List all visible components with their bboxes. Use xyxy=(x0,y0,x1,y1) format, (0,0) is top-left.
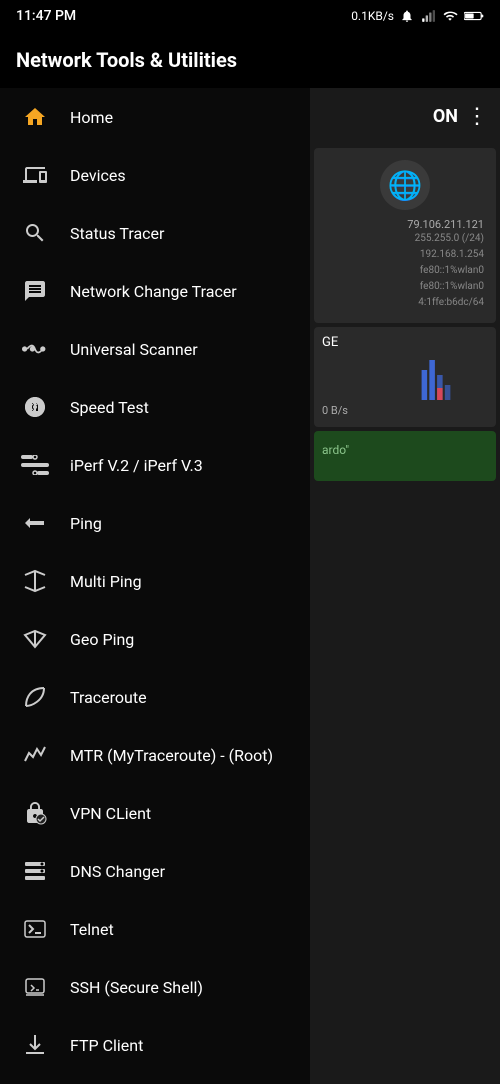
ssh-icon xyxy=(20,972,50,1002)
speed-card: GE 0 B/s xyxy=(314,327,496,427)
sidebar-item-label: VPN CLient xyxy=(70,804,151,823)
sidebar-item-telnet[interactable]: Telnet xyxy=(0,900,310,958)
sidebar-item-label: DNS Changer xyxy=(70,862,165,881)
universal-scanner-icon xyxy=(20,334,50,364)
multi-ping-icon xyxy=(20,566,50,596)
sidebar-item-label: Telnet xyxy=(70,920,114,939)
sidebar-item-label: Home xyxy=(70,108,113,127)
app-header: Network Tools & Utilities xyxy=(0,32,500,88)
telnet-icon xyxy=(20,914,50,944)
sidebar-item-label: Devices xyxy=(70,166,126,185)
network-details: 255.255.0 (/24) 192.168.1.254 fe80::1%wl… xyxy=(326,231,484,311)
sidebar-item-multi-ping[interactable]: Multi Ping xyxy=(0,552,310,610)
sidebar-item-label: iPerf V.2 / iPerf V.3 xyxy=(70,456,203,475)
signal-icon xyxy=(420,9,436,23)
sidebar-item-label: Status Tracer xyxy=(70,224,164,243)
sidebar-item-speed-test[interactable]: Speed Test xyxy=(0,378,310,436)
sidebar-item-label: Geo Ping xyxy=(70,630,134,649)
devices-icon xyxy=(20,160,50,190)
on-label: ON xyxy=(433,106,458,127)
connection-type: GE xyxy=(322,335,488,350)
navigation-drawer: Home Devices Status Tracer xyxy=(0,88,310,1084)
sidebar-item-vpn-client[interactable]: VPN CLient xyxy=(0,784,310,842)
traceroute-icon xyxy=(20,682,50,712)
status-time: 11:47 PM xyxy=(16,8,76,24)
status-bar: 11:47 PM 0.1KB/s xyxy=(0,0,500,32)
public-ip: 79.106.211.121 xyxy=(326,218,484,231)
sidebar-item-geo-ping[interactable]: Geo Ping xyxy=(0,610,310,668)
sidebar-item-label: Multi Ping xyxy=(70,572,142,591)
network-change-tracer-icon xyxy=(20,276,50,306)
more-options-icon[interactable]: ⋮ xyxy=(466,104,488,129)
bottom-card: ardo" xyxy=(314,431,496,481)
sidebar-item-label: FTP Client xyxy=(70,1036,143,1055)
sidebar-item-label: Speed Test xyxy=(70,398,149,417)
battery-icon xyxy=(464,9,484,23)
status-tracer-icon xyxy=(20,218,50,248)
sidebar-item-ping[interactable]: Ping xyxy=(0,494,310,552)
home-icon xyxy=(20,102,50,132)
sidebar-item-devices[interactable]: Devices xyxy=(0,146,310,204)
sidebar-item-traceroute[interactable]: Traceroute xyxy=(0,668,310,726)
sidebar-item-network-change-tracer[interactable]: Network Change Tracer xyxy=(0,262,310,320)
dns-changer-icon xyxy=(20,856,50,886)
sidebar-item-mtr[interactable]: MTR (MyTraceroute) - (Root) xyxy=(0,726,310,784)
sidebar-item-label: SSH (Secure Shell) xyxy=(70,978,203,997)
wifi-icon xyxy=(442,9,458,23)
sidebar-item-label: MTR (MyTraceroute) - (Root) xyxy=(70,746,273,765)
sidebar-item-ssh[interactable]: SSH (Secure Shell) xyxy=(0,958,310,1016)
sidebar-item-label: Ping xyxy=(70,514,102,533)
speed-test-icon xyxy=(20,392,50,422)
speed-value: 0 B/s xyxy=(322,404,488,417)
speed-chart xyxy=(322,350,488,400)
sidebar-item-universal-scanner[interactable]: Universal Scanner xyxy=(0,320,310,378)
bottom-card-text: ardo" xyxy=(322,443,349,457)
iperf-icon xyxy=(20,450,50,480)
globe-container: 🌐 xyxy=(380,160,430,210)
alarm-icon xyxy=(400,9,414,23)
main-container: Home Devices Status Tracer xyxy=(0,88,500,1084)
geo-ping-icon xyxy=(20,624,50,654)
sidebar-item-label: Universal Scanner xyxy=(70,340,198,359)
status-icons: 0.1KB/s xyxy=(351,9,484,23)
sidebar-item-label: Network Change Tracer xyxy=(70,282,237,301)
vpn-client-icon xyxy=(20,798,50,828)
sidebar-item-status-tracer[interactable]: Status Tracer xyxy=(0,204,310,262)
sidebar-item-home[interactable]: Home xyxy=(0,88,310,146)
ftp-icon xyxy=(20,1030,50,1060)
mtr-icon xyxy=(20,740,50,770)
sidebar-item-label: Traceroute xyxy=(70,688,147,707)
sidebar-item-ftp[interactable]: FTP Client xyxy=(0,1016,310,1074)
globe-icon: 🌐 xyxy=(388,169,423,202)
right-panel-header: ON ⋮ xyxy=(310,88,500,144)
network-info-card: 🌐 79.106.211.121 255.255.0 (/24) 192.168… xyxy=(314,148,496,323)
app-title: Network Tools & Utilities xyxy=(16,48,237,72)
sidebar-item-dns-changer[interactable]: DNS Changer xyxy=(0,842,310,900)
ping-icon xyxy=(20,508,50,538)
sidebar-item-iperf[interactable]: iPerf V.2 / iPerf V.3 xyxy=(0,436,310,494)
right-panel: ON ⋮ 🌐 79.106.211.121 255.255.0 (/24) 19… xyxy=(310,88,500,1084)
network-speed: 0.1KB/s xyxy=(351,9,394,23)
